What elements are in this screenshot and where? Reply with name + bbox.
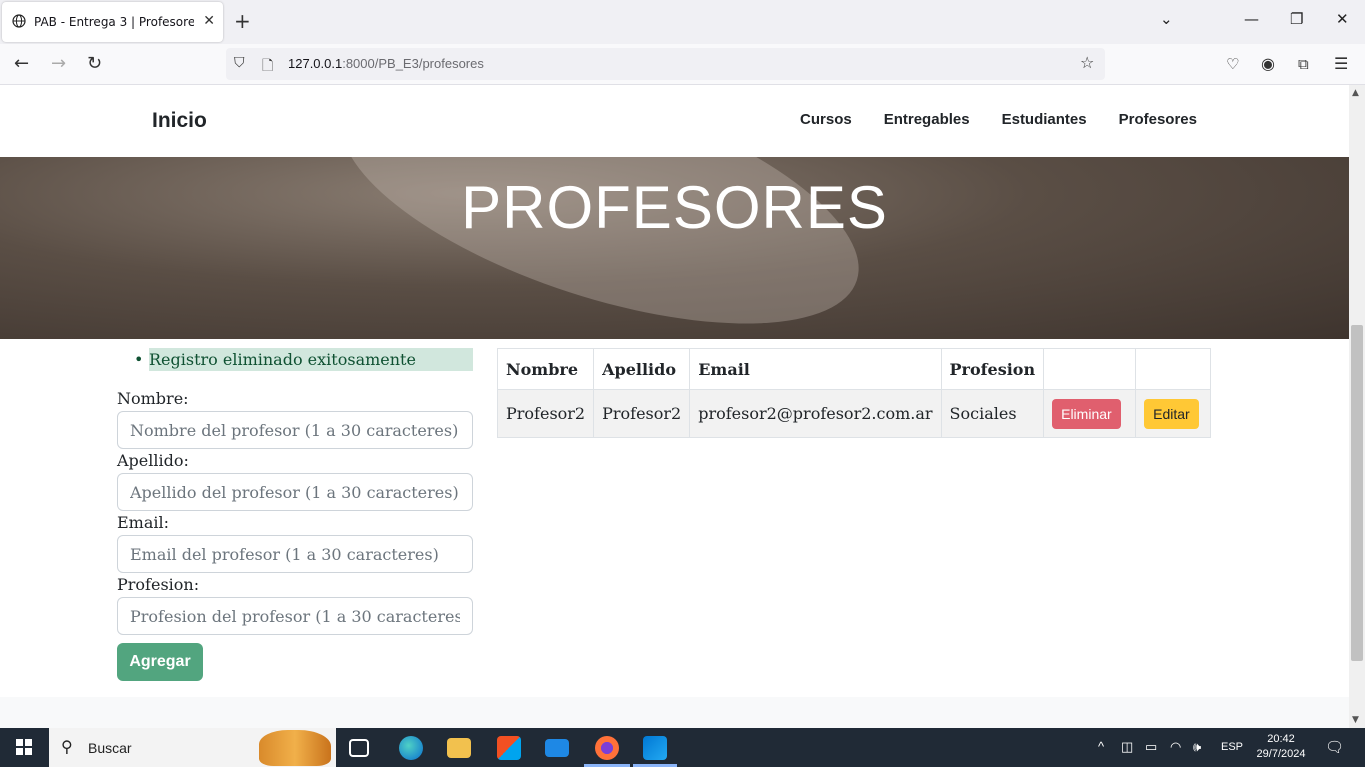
windows-taskbar: ⚲ Buscar ^ ◫ ▭ ◠ 🕪 ESP 20:42 29/7/2024 🗨 <box>0 728 1365 767</box>
language-indicator[interactable]: ESP <box>1221 741 1243 753</box>
eliminar-button[interactable]: Eliminar <box>1052 398 1121 429</box>
scrollbar-thumb[interactable] <box>1351 325 1363 661</box>
account-icon[interactable]: ◉ <box>1261 54 1275 73</box>
list-all-tabs-icon[interactable]: ⌄ <box>1160 10 1173 28</box>
bullet-icon: • <box>134 350 144 369</box>
column-header-nombre: Nombre <box>496 348 595 390</box>
success-message-text: Registro eliminado exitosamente <box>149 348 473 371</box>
profesion-label: Profesion: <box>117 575 200 594</box>
column-header-actions-2 <box>1135 348 1212 390</box>
file-explorer-icon[interactable] <box>447 738 471 758</box>
hero-banner: PROFESORES <box>0 157 1349 339</box>
back-icon[interactable]: ← <box>14 53 29 74</box>
meet-now-icon[interactable]: ◫ <box>1121 739 1133 755</box>
vscode-icon[interactable] <box>643 736 667 760</box>
microsoft-store-icon[interactable] <box>497 736 521 760</box>
cell-delete: Eliminar <box>1043 389 1137 438</box>
firefox-icon[interactable] <box>595 736 619 760</box>
notifications-icon[interactable]: 🗨 <box>1325 738 1344 756</box>
close-window-icon[interactable]: ✕ <box>1336 10 1349 28</box>
url-text[interactable]: 127.0.0.1:8000/PB_E3/profesores <box>288 56 484 71</box>
column-header-apellido: Apellido <box>593 348 691 390</box>
bookmark-star-icon[interactable]: ☆ <box>1080 53 1094 72</box>
column-header-actions <box>1043 348 1137 390</box>
cell-profesion: Sociales <box>940 389 1045 438</box>
cell-nombre: Profesor2 <box>496 389 595 438</box>
site-navbar: Inicio Cursos Entregables Estudiantes Pr… <box>0 85 1349 157</box>
reload-icon[interactable]: ↻ <box>87 53 102 74</box>
restore-icon[interactable]: ❐ <box>1290 10 1303 28</box>
clock-time: 20:42 <box>1267 733 1295 745</box>
edge-browser-icon[interactable] <box>399 736 423 760</box>
menu-icon[interactable]: ☰ <box>1334 54 1348 73</box>
table-header-row: Nombre Apellido Email Profesion <box>496 348 1212 390</box>
page-footer <box>0 697 1349 728</box>
apellido-input[interactable] <box>117 473 473 511</box>
taskbar-search-text: Buscar <box>88 740 132 756</box>
url-host: 127.0.0.1 <box>288 56 343 71</box>
address-bar[interactable]: ⛉ 🗋 127.0.0.1:8000/PB_E3/profesores ☆ <box>226 48 1105 80</box>
url-path: :8000/PB_E3/profesores <box>342 56 484 71</box>
column-header-profesion: Profesion <box>940 348 1045 390</box>
taskbar-clock[interactable]: 20:42 29/7/2024 <box>1256 732 1306 762</box>
browser-tab[interactable]: PAB - Entrega 3 | Profesores ✕ <box>2 2 223 42</box>
cell-apellido: Profesor2 <box>593 389 691 438</box>
nombre-label: Nombre: <box>117 389 189 408</box>
scroll-down-icon[interactable]: ▼ <box>1352 715 1359 725</box>
page-title: PROFESORES <box>461 174 888 241</box>
nav-link-cursos[interactable]: Cursos <box>800 111 852 128</box>
profesores-table: Nombre Apellido Email Profesion Profesor… <box>496 348 1212 438</box>
search-highlight-tiger-image <box>259 730 331 766</box>
clock-date: 29/7/2024 <box>1256 748 1306 760</box>
page-icon: 🗋 <box>262 58 274 74</box>
new-tab-icon[interactable]: + <box>234 10 251 32</box>
task-view-icon[interactable] <box>349 739 369 757</box>
cell-edit: Editar <box>1135 389 1212 438</box>
search-icon: ⚲ <box>61 739 73 756</box>
web-page: Inicio Cursos Entregables Estudiantes Pr… <box>0 85 1349 728</box>
column-header-email: Email <box>689 348 942 390</box>
mail-icon[interactable] <box>545 739 569 757</box>
nombre-input[interactable] <box>117 411 473 449</box>
brand-link[interactable]: Inicio <box>152 109 207 133</box>
nav-link-estudiantes[interactable]: Estudiantes <box>1002 111 1087 128</box>
forward-icon[interactable]: → <box>51 53 66 74</box>
wifi-icon[interactable]: ◠ <box>1170 739 1181 755</box>
taskbar-search-box[interactable]: ⚲ Buscar <box>49 728 336 767</box>
cell-email: profesor2@profesor2.com.ar <box>689 389 942 438</box>
volume-icon[interactable]: 🕪 <box>1193 739 1201 755</box>
nav-link-profesores[interactable]: Profesores <box>1119 111 1197 128</box>
battery-icon[interactable]: ▭ <box>1145 739 1157 755</box>
profesion-input[interactable] <box>117 597 473 635</box>
browser-tab-bar: PAB - Entrega 3 | Profesores ✕ + ⌄ — ❐ ✕ <box>0 0 1365 44</box>
windows-start-icon[interactable] <box>16 739 32 755</box>
editar-button[interactable]: Editar <box>1144 398 1199 429</box>
main-content: • Registro eliminado exitosamente Nombre… <box>0 339 1349 697</box>
email-input[interactable] <box>117 535 473 573</box>
apellido-label: Apellido: <box>117 451 189 470</box>
page-scrollbar[interactable]: ▲ ▼ <box>1349 85 1365 728</box>
shield-icon[interactable]: ⛉ <box>234 55 245 71</box>
nav-link-entregables[interactable]: Entregables <box>884 111 970 128</box>
show-hidden-icons-icon[interactable]: ^ <box>1098 739 1104 754</box>
table-row: Profesor2 Profesor2 profesor2@profesor2.… <box>496 389 1212 438</box>
globe-icon <box>12 13 26 31</box>
pocket-icon[interactable]: ♡ <box>1226 55 1239 73</box>
tab-title: PAB - Entrega 3 | Profesores <box>34 15 194 29</box>
extensions-icon[interactable]: ⧉ <box>1298 55 1309 73</box>
close-tab-icon[interactable]: ✕ <box>203 13 215 29</box>
minimize-icon[interactable]: — <box>1244 10 1259 28</box>
scroll-up-icon[interactable]: ▲ <box>1352 88 1359 98</box>
site-nav-links: Cursos Entregables Estudiantes Profesore… <box>800 111 1197 128</box>
email-label: Email: <box>117 513 170 532</box>
agregar-button[interactable]: Agregar <box>117 643 203 681</box>
success-message: • Registro eliminado exitosamente <box>134 348 473 371</box>
